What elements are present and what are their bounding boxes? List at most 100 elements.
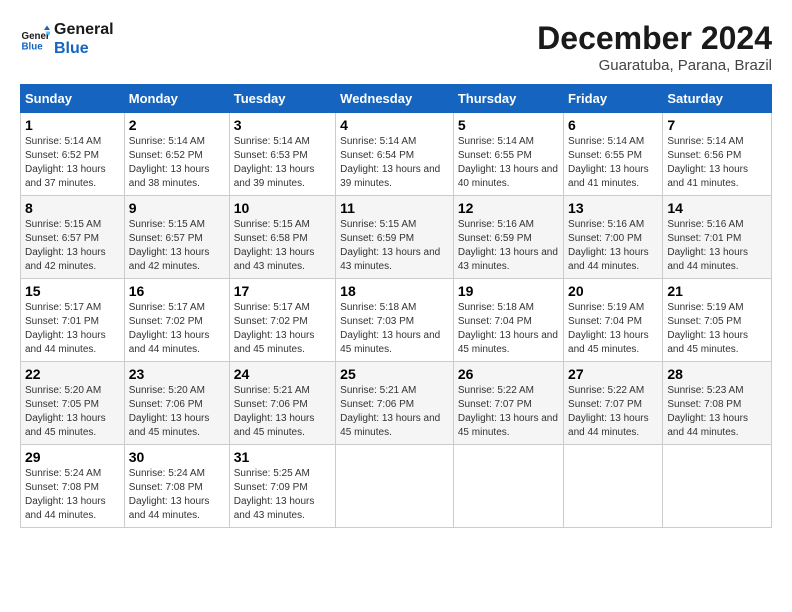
day-number: 4 bbox=[340, 117, 449, 133]
day-info: Sunrise: 5:19 AM Sunset: 7:04 PM Dayligh… bbox=[568, 301, 658, 357]
day-info: Sunrise: 5:16 AM Sunset: 7:01 PM Dayligh… bbox=[667, 218, 767, 274]
day-cell: 5 Sunrise: 5:14 AM Sunset: 6:55 PM Dayli… bbox=[453, 113, 563, 196]
day-number: 8 bbox=[25, 200, 120, 216]
day-cell: 8 Sunrise: 5:15 AM Sunset: 6:57 PM Dayli… bbox=[21, 196, 125, 279]
col-header-thursday: Thursday bbox=[453, 85, 563, 113]
day-number: 29 bbox=[25, 449, 120, 465]
day-number: 5 bbox=[458, 117, 559, 133]
day-info: Sunrise: 5:14 AM Sunset: 6:52 PM Dayligh… bbox=[129, 135, 225, 191]
logo-line2: Blue bbox=[54, 39, 114, 58]
day-info: Sunrise: 5:14 AM Sunset: 6:55 PM Dayligh… bbox=[458, 135, 559, 191]
day-cell: 3 Sunrise: 5:14 AM Sunset: 6:53 PM Dayli… bbox=[229, 113, 335, 196]
day-info: Sunrise: 5:17 AM Sunset: 7:02 PM Dayligh… bbox=[129, 301, 225, 357]
day-info: Sunrise: 5:22 AM Sunset: 7:07 PM Dayligh… bbox=[568, 384, 658, 440]
day-cell: 30 Sunrise: 5:24 AM Sunset: 7:08 PM Dayl… bbox=[124, 445, 229, 528]
week-row-5: 29 Sunrise: 5:24 AM Sunset: 7:08 PM Dayl… bbox=[21, 445, 772, 528]
week-row-3: 15 Sunrise: 5:17 AM Sunset: 7:01 PM Dayl… bbox=[21, 279, 772, 362]
day-number: 18 bbox=[340, 283, 449, 299]
day-number: 22 bbox=[25, 366, 120, 382]
day-number: 9 bbox=[129, 200, 225, 216]
logo: General Blue General Blue bbox=[20, 20, 114, 58]
day-info: Sunrise: 5:17 AM Sunset: 7:01 PM Dayligh… bbox=[25, 301, 120, 357]
day-number: 26 bbox=[458, 366, 559, 382]
day-number: 1 bbox=[25, 117, 120, 133]
day-number: 30 bbox=[129, 449, 225, 465]
day-info: Sunrise: 5:18 AM Sunset: 7:04 PM Dayligh… bbox=[458, 301, 559, 357]
day-number: 7 bbox=[667, 117, 767, 133]
day-cell bbox=[564, 445, 663, 528]
day-cell: 19 Sunrise: 5:18 AM Sunset: 7:04 PM Dayl… bbox=[453, 279, 563, 362]
calendar-table: SundayMondayTuesdayWednesdayThursdayFrid… bbox=[20, 84, 772, 528]
header-row: SundayMondayTuesdayWednesdayThursdayFrid… bbox=[21, 85, 772, 113]
day-cell bbox=[663, 445, 772, 528]
day-number: 6 bbox=[568, 117, 658, 133]
day-cell: 18 Sunrise: 5:18 AM Sunset: 7:03 PM Dayl… bbox=[336, 279, 454, 362]
day-number: 19 bbox=[458, 283, 559, 299]
day-info: Sunrise: 5:16 AM Sunset: 7:00 PM Dayligh… bbox=[568, 218, 658, 274]
day-number: 10 bbox=[234, 200, 331, 216]
day-cell: 14 Sunrise: 5:16 AM Sunset: 7:01 PM Dayl… bbox=[663, 196, 772, 279]
col-header-friday: Friday bbox=[564, 85, 663, 113]
col-header-tuesday: Tuesday bbox=[229, 85, 335, 113]
day-number: 23 bbox=[129, 366, 225, 382]
title-section: December 2024 Guaratuba, Parana, Brazil bbox=[537, 20, 772, 74]
day-cell: 4 Sunrise: 5:14 AM Sunset: 6:54 PM Dayli… bbox=[336, 113, 454, 196]
day-info: Sunrise: 5:14 AM Sunset: 6:52 PM Dayligh… bbox=[25, 135, 120, 191]
day-info: Sunrise: 5:14 AM Sunset: 6:55 PM Dayligh… bbox=[568, 135, 658, 191]
day-info: Sunrise: 5:15 AM Sunset: 6:57 PM Dayligh… bbox=[25, 218, 120, 274]
col-header-wednesday: Wednesday bbox=[336, 85, 454, 113]
svg-text:General: General bbox=[22, 31, 51, 42]
col-header-sunday: Sunday bbox=[21, 85, 125, 113]
day-cell: 12 Sunrise: 5:16 AM Sunset: 6:59 PM Dayl… bbox=[453, 196, 563, 279]
day-cell: 2 Sunrise: 5:14 AM Sunset: 6:52 PM Dayli… bbox=[124, 113, 229, 196]
day-cell: 23 Sunrise: 5:20 AM Sunset: 7:06 PM Dayl… bbox=[124, 362, 229, 445]
day-info: Sunrise: 5:18 AM Sunset: 7:03 PM Dayligh… bbox=[340, 301, 449, 357]
day-number: 12 bbox=[458, 200, 559, 216]
day-info: Sunrise: 5:22 AM Sunset: 7:07 PM Dayligh… bbox=[458, 384, 559, 440]
day-info: Sunrise: 5:19 AM Sunset: 7:05 PM Dayligh… bbox=[667, 301, 767, 357]
day-cell: 26 Sunrise: 5:22 AM Sunset: 7:07 PM Dayl… bbox=[453, 362, 563, 445]
week-row-1: 1 Sunrise: 5:14 AM Sunset: 6:52 PM Dayli… bbox=[21, 113, 772, 196]
day-cell: 31 Sunrise: 5:25 AM Sunset: 7:09 PM Dayl… bbox=[229, 445, 335, 528]
day-info: Sunrise: 5:21 AM Sunset: 7:06 PM Dayligh… bbox=[340, 384, 449, 440]
logo-line1: General bbox=[54, 20, 114, 39]
day-info: Sunrise: 5:21 AM Sunset: 7:06 PM Dayligh… bbox=[234, 384, 331, 440]
day-info: Sunrise: 5:25 AM Sunset: 7:09 PM Dayligh… bbox=[234, 467, 331, 523]
day-number: 20 bbox=[568, 283, 658, 299]
day-info: Sunrise: 5:15 AM Sunset: 6:59 PM Dayligh… bbox=[340, 218, 449, 274]
main-title: December 2024 bbox=[537, 20, 772, 57]
day-cell: 1 Sunrise: 5:14 AM Sunset: 6:52 PM Dayli… bbox=[21, 113, 125, 196]
day-info: Sunrise: 5:23 AM Sunset: 7:08 PM Dayligh… bbox=[667, 384, 767, 440]
day-number: 15 bbox=[25, 283, 120, 299]
day-cell: 21 Sunrise: 5:19 AM Sunset: 7:05 PM Dayl… bbox=[663, 279, 772, 362]
day-number: 16 bbox=[129, 283, 225, 299]
day-info: Sunrise: 5:20 AM Sunset: 7:05 PM Dayligh… bbox=[25, 384, 120, 440]
day-cell: 15 Sunrise: 5:17 AM Sunset: 7:01 PM Dayl… bbox=[21, 279, 125, 362]
day-info: Sunrise: 5:15 AM Sunset: 6:57 PM Dayligh… bbox=[129, 218, 225, 274]
day-number: 11 bbox=[340, 200, 449, 216]
day-cell bbox=[453, 445, 563, 528]
day-number: 13 bbox=[568, 200, 658, 216]
svg-text:Blue: Blue bbox=[22, 42, 44, 53]
day-info: Sunrise: 5:17 AM Sunset: 7:02 PM Dayligh… bbox=[234, 301, 331, 357]
day-number: 14 bbox=[667, 200, 767, 216]
day-number: 25 bbox=[340, 366, 449, 382]
logo-icon: General Blue bbox=[20, 24, 50, 54]
day-number: 24 bbox=[234, 366, 331, 382]
day-cell: 6 Sunrise: 5:14 AM Sunset: 6:55 PM Dayli… bbox=[564, 113, 663, 196]
day-cell: 16 Sunrise: 5:17 AM Sunset: 7:02 PM Dayl… bbox=[124, 279, 229, 362]
day-number: 17 bbox=[234, 283, 331, 299]
day-number: 21 bbox=[667, 283, 767, 299]
col-header-saturday: Saturday bbox=[663, 85, 772, 113]
day-info: Sunrise: 5:20 AM Sunset: 7:06 PM Dayligh… bbox=[129, 384, 225, 440]
day-info: Sunrise: 5:16 AM Sunset: 6:59 PM Dayligh… bbox=[458, 218, 559, 274]
day-cell: 25 Sunrise: 5:21 AM Sunset: 7:06 PM Dayl… bbox=[336, 362, 454, 445]
header: General Blue General Blue December 2024 … bbox=[20, 20, 772, 74]
week-row-4: 22 Sunrise: 5:20 AM Sunset: 7:05 PM Dayl… bbox=[21, 362, 772, 445]
day-info: Sunrise: 5:15 AM Sunset: 6:58 PM Dayligh… bbox=[234, 218, 331, 274]
col-header-monday: Monday bbox=[124, 85, 229, 113]
day-cell: 29 Sunrise: 5:24 AM Sunset: 7:08 PM Dayl… bbox=[21, 445, 125, 528]
day-cell: 9 Sunrise: 5:15 AM Sunset: 6:57 PM Dayli… bbox=[124, 196, 229, 279]
day-number: 3 bbox=[234, 117, 331, 133]
day-cell: 27 Sunrise: 5:22 AM Sunset: 7:07 PM Dayl… bbox=[564, 362, 663, 445]
